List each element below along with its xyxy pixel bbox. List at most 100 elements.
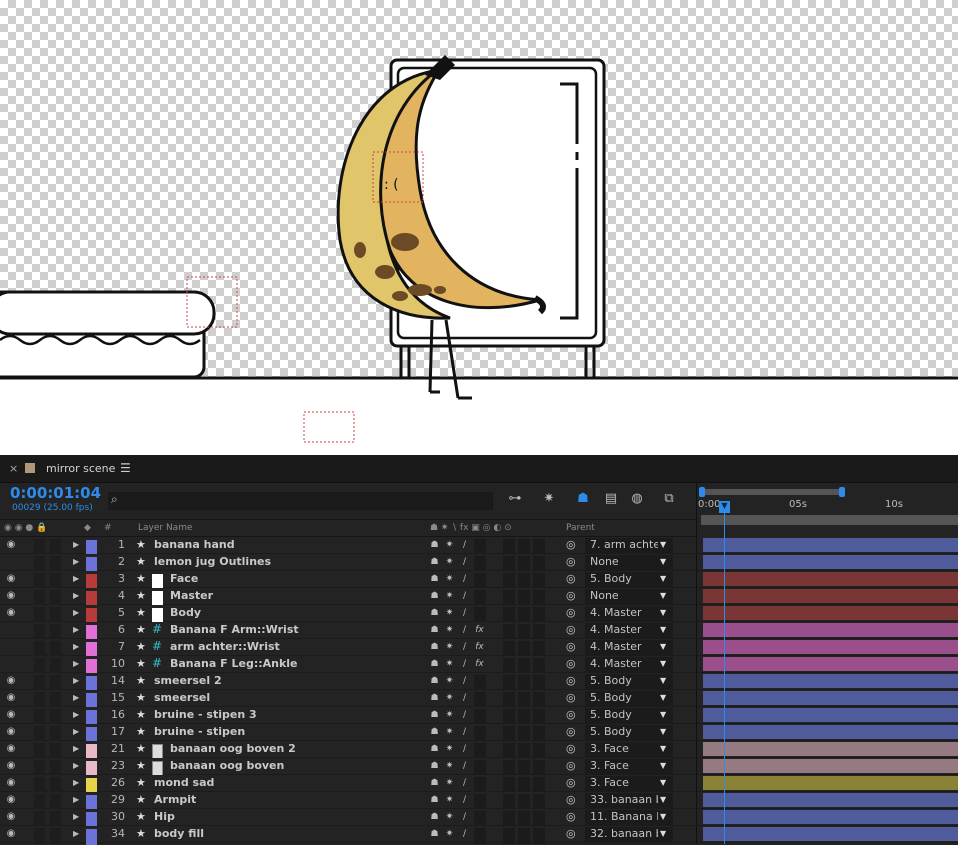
layer-name[interactable]: mond sad [154,775,214,791]
collapse-switch-icon[interactable]: ✷ [443,777,456,793]
parent-pick-whip-icon[interactable]: ◎ [566,588,576,604]
motion-blur-switch[interactable] [503,726,515,742]
composition-viewer[interactable]: : ( [0,0,958,455]
expand-triangle-icon[interactable]: ▶ [73,537,79,553]
layer-name[interactable]: smeersel 2 [154,673,222,689]
adjustment-switch[interactable] [518,709,530,725]
layer-name[interactable]: banaan oog boven 2 [170,741,296,757]
lock-switch[interactable] [50,607,61,623]
visibility-eye-icon[interactable]: ◉ [4,775,18,791]
3d-layer-switch[interactable] [533,794,545,810]
chevron-down-icon[interactable]: ▼ [660,537,666,553]
visibility-eye-icon[interactable]: ◉ [4,690,18,706]
solo-switch[interactable] [34,760,45,776]
lock-switch[interactable] [50,692,61,708]
layer-row[interactable]: ◉ ▶ 30 ★ Hip ☗ ✷ ∕ ◎ 11. Banana F ▼ [0,809,696,828]
layer-row[interactable]: ◉ ▶ 23 ★ banaan oog boven ☗ ✷ ∕ ◎ 3. Face ▼ [0,758,696,777]
hide-shy-layers-icon[interactable]: ☗ [574,491,592,509]
collapse-switch-icon[interactable]: ✷ [443,641,456,657]
collapse-switch-icon[interactable]: ✷ [443,811,456,827]
expand-triangle-icon[interactable]: ▶ [73,673,79,689]
motion-blur-switch[interactable] [503,624,515,640]
adjustment-switch[interactable] [518,556,530,572]
expand-triangle-icon[interactable]: ▶ [73,724,79,740]
time-navigator-bar[interactable] [701,489,843,495]
motion-blur-switch[interactable] [503,675,515,691]
layer-duration-bar[interactable] [703,589,958,603]
layer-row[interactable]: ◉ ▶ 29 ★ Armpit ☗✷∕ ◎ 33. banaan bo▼ [0,792,696,811]
chevron-down-icon[interactable]: ▼ [660,639,666,655]
effects-switch[interactable] [474,726,486,742]
visibility-eye-icon[interactable]: ◉ [4,724,18,740]
layer-name-header[interactable]: Layer Name [138,523,193,533]
quality-switch-icon[interactable]: ∕ [458,692,471,708]
chevron-down-icon[interactable]: ▼ [660,724,666,740]
solo-switch[interactable] [34,607,45,623]
quality-switch-icon[interactable]: ∕ [458,726,471,742]
layer-row[interactable]: ◉ ▶ 14 ★ smeersel 2 ☗ ✷ ∕ ◎ 5. Body ▼ [0,673,696,692]
chevron-down-icon[interactable]: ▼ [660,758,666,774]
parent-pick-whip-icon[interactable]: ◎ [566,707,576,723]
effects-switch[interactable] [474,828,486,844]
layer-name[interactable]: Hip [154,809,175,825]
current-time-display[interactable]: 0:00:01:04 [10,484,101,502]
quality-switch-icon[interactable]: ∕ [458,556,471,572]
3d-layer-switch[interactable] [533,675,545,691]
motion-blur-switch[interactable] [503,607,515,623]
motion-blur-switch[interactable] [503,590,515,606]
motion-blur-icon[interactable]: ◍ [628,491,646,509]
lock-switch[interactable] [50,794,61,810]
3d-layer-switch[interactable] [533,760,545,776]
parent-pick-whip-icon[interactable]: ◎ [566,537,576,553]
shy-switch-icon[interactable]: ☗ [428,624,441,640]
quality-switch-icon[interactable]: ∕ [458,573,471,589]
layer-row[interactable]: ◉ ▶ 17 ★ bruine - stipen ☗ ✷ ∕ ◎ 5. Body ▼ [0,724,696,743]
motion-blur-switch[interactable] [503,658,515,674]
3d-layer-switch[interactable] [533,811,545,827]
collapse-switch-icon[interactable]: ✷ [443,590,456,606]
effects-switch[interactable] [474,692,486,708]
solo-switch[interactable] [34,794,45,810]
3d-layer-switch[interactable] [533,590,545,606]
solo-switch[interactable] [34,777,45,793]
chevron-down-icon[interactable]: ▼ [660,707,666,723]
shy-switch-icon[interactable]: ☗ [428,573,441,589]
3d-layer-switch[interactable] [533,641,545,657]
expand-triangle-icon[interactable]: ▶ [73,775,79,791]
parent-pick-whip-icon[interactable]: ◎ [566,792,576,808]
layer-name[interactable]: lemon jug Outlines [154,554,271,570]
effects-switch[interactable] [474,539,486,555]
3d-layer-switch[interactable] [533,726,545,742]
motion-blur-switch[interactable] [503,692,515,708]
layer-row[interactable]: ◉ ▶ 1 ★ banana hand ☗✷∕ ◎ 7. arm achter::▼ [0,537,696,556]
panel-menu-icon[interactable]: ☰ [120,461,131,475]
layer-duration-bar[interactable] [703,538,958,552]
quality-switch-icon[interactable]: ∕ [458,641,471,657]
lock-switch[interactable] [50,709,61,725]
layer-duration-bar[interactable] [703,776,958,790]
collapse-switch-icon[interactable]: ✷ [443,607,456,623]
visibility-eye-icon[interactable]: ◉ [4,707,18,723]
lock-switch[interactable] [50,573,61,589]
expand-triangle-icon[interactable]: ▶ [73,639,79,655]
solo-switch[interactable] [34,573,45,589]
quality-switch-icon[interactable]: ∕ [458,607,471,623]
shy-switch-icon[interactable]: ☗ [428,828,441,844]
shy-switch-icon[interactable]: ☗ [428,709,441,725]
solo-switch[interactable] [34,539,45,555]
composition-flowchart-icon[interactable]: ⊶ [506,491,524,509]
layer-duration-bar[interactable] [703,827,958,841]
lock-switch[interactable] [50,590,61,606]
adjustment-switch[interactable] [518,692,530,708]
shy-switch-icon[interactable]: ☗ [428,641,441,657]
visibility-eye-icon[interactable]: ◉ [4,792,18,808]
3d-layer-switch[interactable] [533,828,545,844]
parent-header[interactable]: Parent [566,523,595,533]
motion-blur-switch[interactable] [503,709,515,725]
layer-name[interactable]: Banana F Leg::Ankle [170,656,298,672]
lock-switch[interactable] [50,641,61,657]
lock-switch[interactable] [50,828,61,844]
solo-switch[interactable] [34,743,45,759]
collapse-switch-icon[interactable]: ✷ [443,794,456,810]
graph-editor-icon[interactable]: ⧉ [660,491,678,509]
